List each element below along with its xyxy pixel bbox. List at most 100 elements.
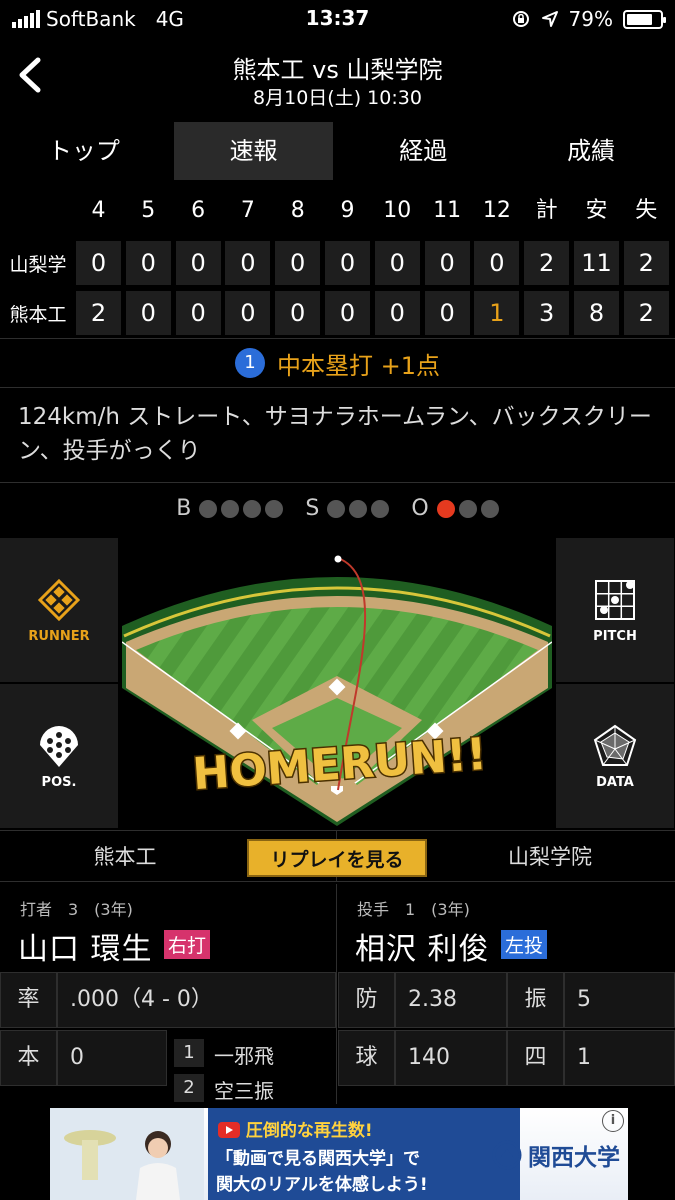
ad-copy: 圧倒的な再生数! 「動画で見る関西大学」で 関大のリアルを体感しよう! (208, 1108, 520, 1200)
strike-dot (327, 499, 346, 518)
play-description: 124km/h ストレート、サヨナラホームラン、バックスクリーン、投手がっくり (18, 404, 652, 464)
balls-label: B (176, 496, 192, 521)
total-score: 3 (524, 291, 570, 335)
batter-card[interactable]: 打者 3 (3年) 山口 環生 右打 (0, 884, 336, 970)
tab-top[interactable]: トップ (0, 122, 168, 180)
ball-dot (265, 499, 284, 518)
inning-score: 0 (76, 241, 121, 285)
ad-headline: 圧倒的な再生数! (245, 1121, 373, 1141)
inning-score: 0 (125, 241, 171, 285)
inning-header: 6 (191, 198, 206, 223)
runner-button[interactable]: RUNNER (0, 538, 118, 682)
play-summary-text: 中本塁打 +1点 (276, 351, 440, 380)
away-team-label[interactable]: 山梨学院 (425, 831, 675, 883)
walks-label: 四 (507, 1030, 564, 1086)
inning-score-current: 1 (474, 291, 520, 335)
total-header: 計 (535, 198, 558, 223)
at-bat-result: 一邪飛 (214, 1044, 274, 1068)
ball-dot (199, 499, 218, 518)
out-dot (458, 499, 477, 518)
era-label: 防 (338, 972, 395, 1028)
out-dot (480, 499, 499, 518)
errors-count: 2 (623, 241, 669, 285)
inning-score: 0 (125, 291, 171, 335)
tab-live[interactable]: 速報 (173, 122, 334, 180)
battery-icon (623, 9, 666, 29)
batter-role: 打者 3 (3年) (20, 900, 133, 919)
score-row-home: 熊本工 2 0 0 0 0 0 0 0 1 3 8 2 (0, 288, 675, 338)
errors-header: 失 (635, 198, 658, 223)
walks-value: 1 (564, 1030, 675, 1086)
tab-progress[interactable]: 経過 (339, 122, 507, 180)
inning-score: 0 (424, 291, 470, 335)
era-value: 2.38 (395, 972, 507, 1028)
inning-score: 0 (175, 241, 221, 285)
out-dot (436, 499, 455, 518)
home-runs-value: 0 (57, 1030, 167, 1086)
inning-score: 0 (225, 241, 271, 285)
status-bar: SoftBank 4G 13:37 79% (0, 0, 675, 40)
strikes-indicator: S (305, 496, 390, 521)
inning-score: 0 (474, 241, 520, 285)
inning-score: 0 (374, 241, 420, 285)
battery-percent: 79% (568, 7, 613, 31)
ball-landing-point (334, 555, 342, 563)
ball-dot (243, 499, 262, 518)
position-label: POS. (41, 774, 77, 790)
strike-zone-icon (595, 579, 635, 620)
data-button[interactable]: DATA (556, 684, 674, 828)
pitching-hand-badge: 左投 (501, 930, 548, 959)
university-logo-icon (492, 1140, 522, 1170)
inning-header: 4 (91, 198, 106, 223)
team-name: 熊本工 (9, 303, 67, 326)
at-bat-result: 空三振 (214, 1079, 274, 1103)
scoreboard: 4 5 6 7 8 9 10 11 12 計 安 失 山梨学 0 0 0 0 0… (0, 188, 675, 338)
inning-header: 7 (240, 198, 255, 223)
at-bat-number: 1 (174, 1039, 204, 1067)
play-summary: 1 中本塁打 +1点 (0, 338, 675, 388)
inning-score: 0 (275, 241, 321, 285)
scoreboard-header: 4 5 6 7 8 9 10 11 12 計 安 失 (0, 188, 675, 238)
pitcher-card[interactable]: 投手 1 (3年) 相沢 利俊 左投 (337, 884, 675, 970)
ball-dot (221, 499, 240, 518)
inning-header: 9 (340, 198, 355, 223)
strike-dot (371, 499, 390, 518)
ad-person-illustration (50, 1108, 204, 1200)
pitch-button[interactable]: PITCH (556, 538, 674, 682)
home-runs-label: 本 (0, 1030, 57, 1086)
baseball-field: HOMERUN!! (121, 538, 553, 826)
field-diagram: HOMERUN!! (121, 555, 553, 826)
strikeouts-value: 5 (564, 972, 675, 1028)
position-button[interactable]: POS. (0, 684, 118, 828)
tab-stats[interactable]: 成績 (507, 122, 675, 180)
ad-brand: 関西大学 (492, 1138, 620, 1172)
errors-count: 2 (623, 291, 669, 335)
batting-avg-label: 率 (0, 972, 57, 1028)
ad-banner[interactable]: 圧倒的な再生数! 「動画で見る関西大学」で 関大のリアルを体感しよう! 関西大学… (50, 1108, 628, 1200)
ad-line-3: 関大のリアルを体感しよう! (216, 1175, 428, 1195)
radar-chart-icon (593, 724, 637, 766)
hits-count: 8 (573, 291, 619, 335)
hits-count: 11 (573, 241, 619, 285)
field-positions-icon (40, 725, 78, 767)
strikes-label: S (305, 496, 320, 521)
data-label: DATA (596, 774, 634, 790)
play-video-icon (218, 1122, 240, 1138)
replay-button[interactable]: リプレイを見る (247, 839, 427, 877)
at-bat-number: 2 (174, 1074, 204, 1102)
ball-count: B S O (0, 482, 675, 534)
pitch-label: PITCH (593, 628, 637, 644)
ad-brand-name: 関西大学 (528, 1145, 620, 1171)
batting-avg-value: .000（4 - 0） (57, 972, 336, 1028)
ad-info-icon[interactable]: i (602, 1110, 624, 1132)
pitch-count-label: 球 (338, 1030, 395, 1086)
inning-score: 0 (324, 241, 370, 285)
strike-dot (349, 499, 368, 518)
inning-score: 0 (175, 291, 221, 335)
tab-bar: トップ 速報 経過 成績 (0, 122, 675, 180)
hits-header: 安 (585, 198, 608, 223)
home-team-label[interactable]: 熊本工 (0, 831, 250, 883)
score-row-away: 山梨学 0 0 0 0 0 0 0 0 0 2 11 2 (0, 238, 675, 288)
pitcher-role: 投手 1 (3年) (357, 900, 470, 919)
total-score: 2 (524, 241, 570, 285)
